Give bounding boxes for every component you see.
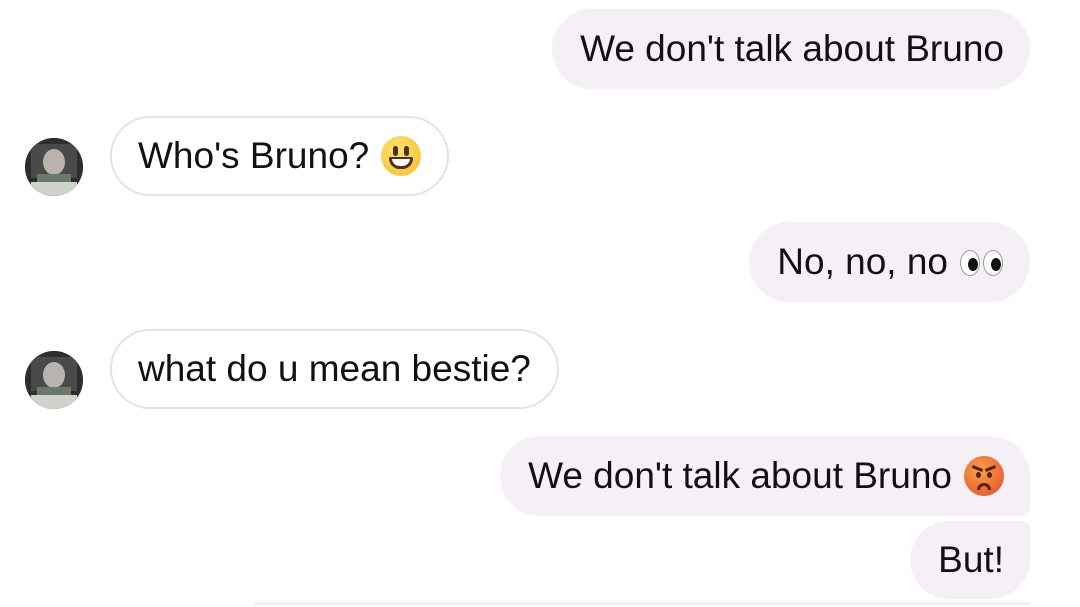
divider — [255, 602, 1030, 605]
grinning-face-icon — [381, 136, 422, 176]
avatar-image — [25, 138, 83, 196]
angry-face-icon — [964, 456, 1004, 496]
contact-avatar[interactable] — [25, 138, 83, 196]
message-text: No, no, no — [777, 241, 948, 282]
outgoing-message-bubble[interactable]: But! — [910, 521, 1030, 599]
outgoing-message-bubble[interactable]: No, no, no — [749, 222, 1030, 302]
message-text: We don't talk about Bruno — [580, 28, 1004, 69]
avatar-image — [25, 351, 83, 409]
message-text: what do u mean bestie? — [138, 348, 531, 389]
eyes-icon — [960, 248, 1004, 276]
message-text: We don't talk about Bruno — [528, 455, 952, 496]
incoming-message-bubble[interactable]: Who's Bruno? — [110, 116, 450, 196]
outgoing-message-bubble[interactable]: We don't talk about Bruno — [500, 436, 1030, 516]
message-text: But! — [938, 539, 1004, 580]
contact-avatar[interactable] — [25, 351, 83, 409]
message-text: Who's Bruno? — [138, 135, 370, 176]
incoming-message-bubble[interactable]: what do u mean bestie? — [110, 329, 559, 409]
outgoing-message-bubble[interactable]: We don't talk about Bruno — [552, 9, 1030, 89]
